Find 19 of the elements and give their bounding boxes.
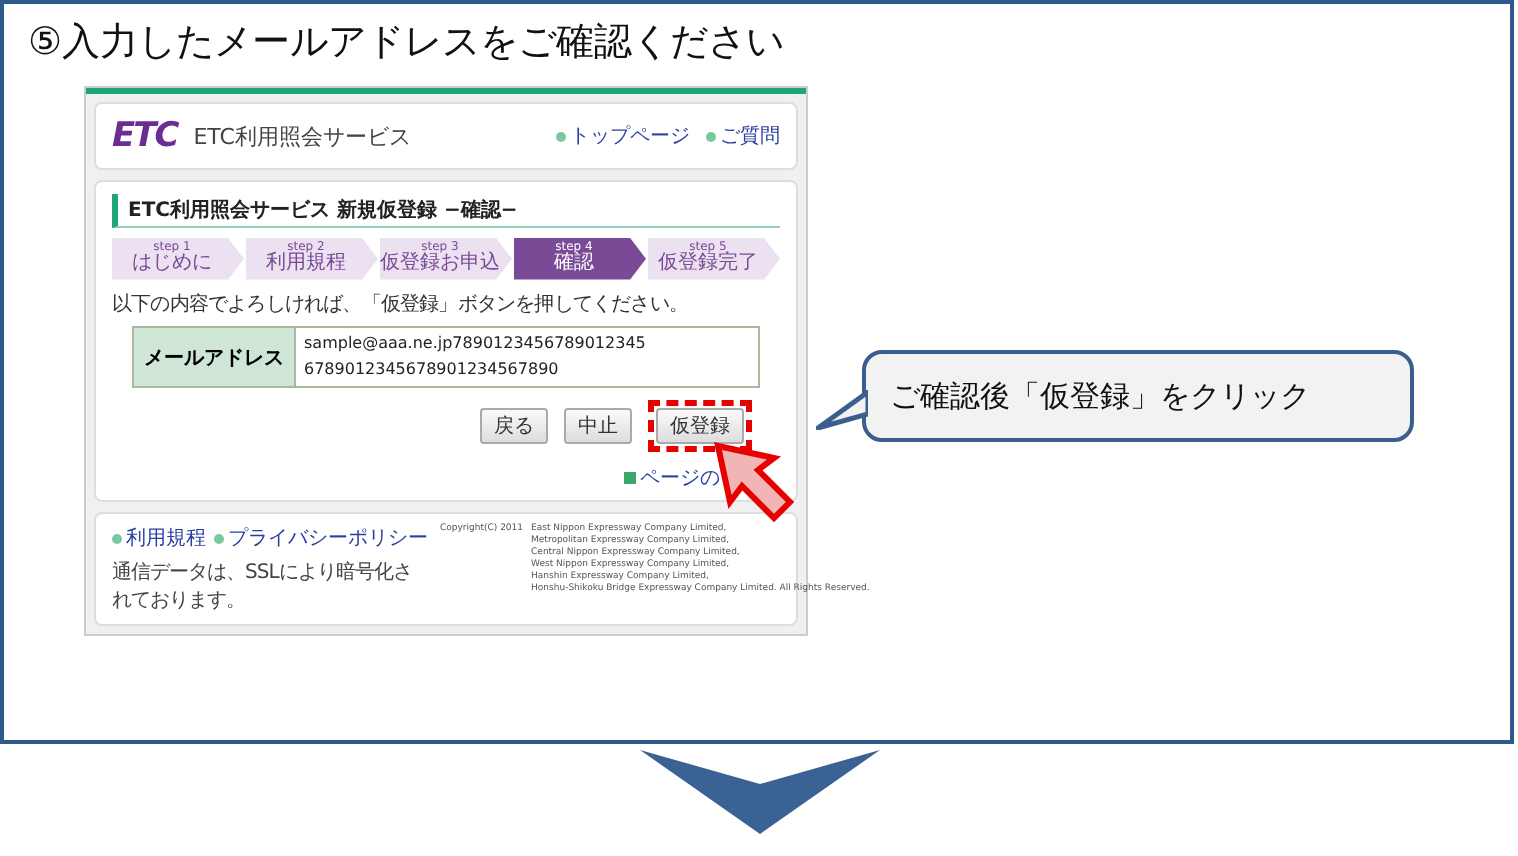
footer-link[interactable]: 利用規程	[112, 524, 206, 553]
callout-bubble: ご確認後「仮登録」をクリック	[862, 350, 1414, 442]
table-header-cell: メールアドレス	[134, 327, 296, 387]
site-logo: ETC	[112, 116, 178, 156]
footer-link[interactable]: プライバシーポリシー	[214, 524, 428, 553]
callout-pointer	[816, 390, 868, 430]
page-heading: ETC利用照会サービス 新規仮登録 −確認−	[112, 194, 780, 228]
form-button[interactable]: 戻る	[480, 408, 548, 445]
site-name: ETC利用照会サービス	[193, 121, 411, 151]
header-link[interactable]: ご質問	[706, 122, 780, 150]
table-cell-text: sample@aaa.ne.jp7890123456789012345 6789012345678901234567890	[302, 331, 648, 382]
ssl-note: 通信データは、SSLにより暗号化されております。	[112, 559, 412, 615]
form-button[interactable]: 仮登録	[656, 408, 744, 445]
page-top-link[interactable]: ページの	[624, 464, 720, 493]
instruction-text: 以下の内容でよろしければ、「仮登録」ボタンを押してください。	[112, 291, 691, 318]
slide-title: ⑤入力したメールアドレスをご確認ください	[28, 18, 787, 68]
header-link[interactable]: トップページ	[556, 122, 690, 150]
form-button[interactable]: 中止	[564, 408, 632, 445]
down-chevron-icon	[639, 750, 879, 834]
